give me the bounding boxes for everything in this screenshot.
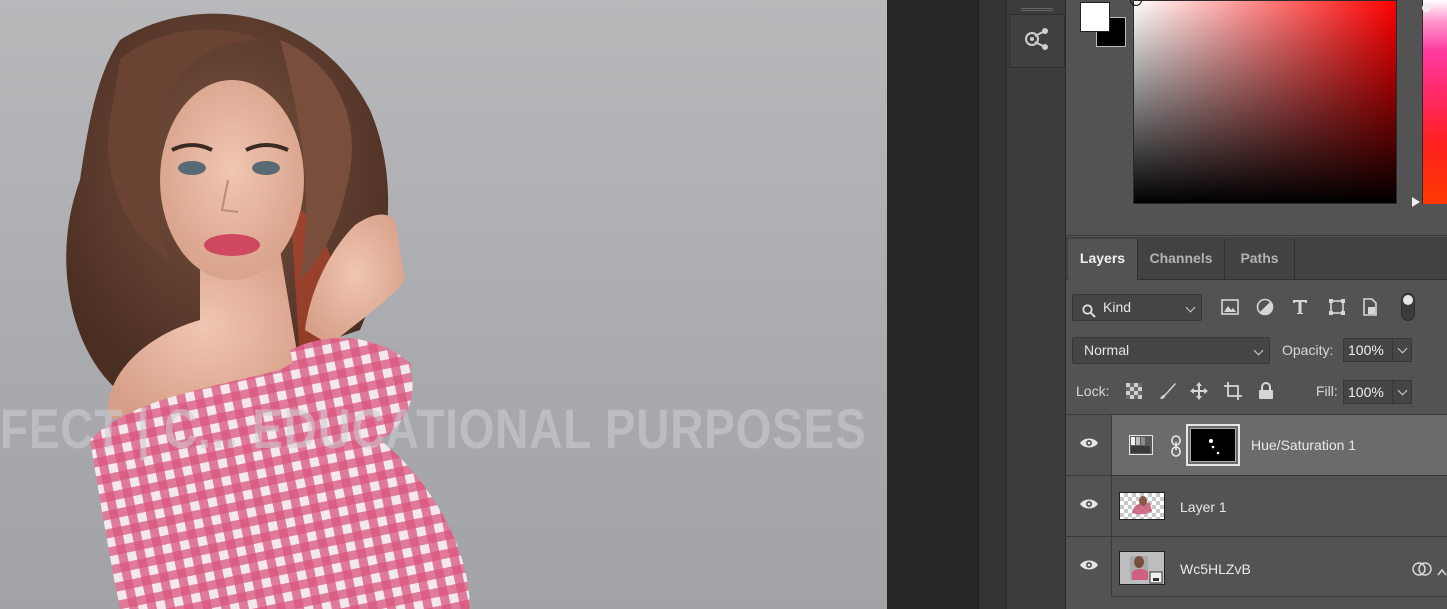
workspace-gutter [887,0,978,609]
lock-artboard-icon[interactable] [1223,381,1243,401]
hue-slider-top-marker [1422,4,1430,12]
smart-object-filter-icon[interactable] [1359,296,1381,318]
lock-image-pixels-icon[interactable] [1158,381,1178,401]
lock-transparent-pixels-icon[interactable] [1124,381,1144,401]
tab-paths[interactable]: Paths [1225,239,1295,280]
layer-mask-thumbnail[interactable] [1186,424,1240,466]
panel-dock-edge [978,0,1006,609]
layer-row-layer-1[interactable]: Layer 1 [1066,475,1447,536]
layer-name: Hue/Saturation 1 [1251,437,1357,453]
foreground-color-swatch[interactable] [1080,2,1110,32]
chevron-down-icon [1253,345,1264,356]
lock-all-icon[interactable] [1256,381,1276,401]
hue-slider-arrow[interactable] [1412,197,1420,207]
right-panel: Layers Channels Paths Kind Normal Opacit… [1066,0,1447,609]
tab-channels[interactable]: Channels [1138,239,1225,280]
filter-kind-label: Kind [1103,299,1132,315]
fill-label: Fill: [1316,383,1338,399]
layer-row-hue-saturation[interactable]: Hue/Saturation 1 [1066,414,1447,475]
chevron-down-icon [1397,343,1408,354]
layers-panel-tabs: Layers Channels Paths [1066,237,1447,280]
layer-effects-indicator-icon[interactable] [1412,561,1432,582]
opacity-dropdown-button[interactable] [1392,338,1412,362]
watermark-text: FECT | C... EDUCATIONAL PURPOSES [0,397,867,460]
color-panel [1066,0,1447,236]
blend-mode-value: Normal [1084,342,1130,358]
layer-row-wc5hlzvb[interactable]: Wc5HLZvB [1066,536,1447,597]
type-layer-filter-icon[interactable] [1289,296,1311,318]
share-network-button[interactable] [1009,14,1065,68]
eye-icon [1079,436,1099,454]
hue-saturation-adjustment-icon [1129,435,1153,460]
photo-image [66,13,470,609]
opacity-input[interactable]: 100% [1343,338,1393,362]
layer-visibility-toggle[interactable] [1066,415,1112,475]
layer-filter-toggle[interactable] [1401,293,1415,321]
chevron-down-icon [1185,302,1196,313]
layer-filter-kind-select[interactable]: Kind [1072,294,1202,321]
lock-position-icon[interactable] [1189,381,1209,401]
fill-input[interactable]: 100% [1343,380,1393,404]
blend-mode-select[interactable]: Normal [1072,337,1270,364]
layer-thumbnail [1119,492,1165,520]
hue-slider[interactable] [1422,0,1447,204]
saturation-value-field[interactable] [1133,0,1397,204]
share-network-icon [1023,25,1051,58]
layer-name: Layer 1 [1180,499,1227,515]
layer-visibility-toggle[interactable] [1066,476,1112,536]
search-icon [1082,301,1096,326]
eye-icon [1079,558,1099,576]
collapsed-panel-strip [1006,0,1066,609]
scroll-up-arrow-icon[interactable] [1437,563,1447,576]
shape-layer-filter-icon[interactable] [1326,296,1348,318]
eye-icon [1079,497,1099,515]
layer-visibility-toggle[interactable] [1066,537,1112,597]
chevron-down-icon [1397,385,1408,396]
mask-link-icon[interactable] [1170,435,1182,462]
lock-label: Lock: [1076,383,1110,399]
document-canvas[interactable]: FECT | C... EDUCATIONAL PURPOSES [0,0,887,609]
smart-object-thumbnail [1119,551,1165,585]
fill-dropdown-button[interactable] [1392,380,1412,404]
layer-name: Wc5HLZvB [1180,561,1251,577]
pixel-layer-filter-icon[interactable] [1219,296,1241,318]
tab-layers[interactable]: Layers [1068,239,1138,280]
adjustment-layer-filter-icon[interactable] [1254,296,1276,318]
opacity-label: Opacity: [1282,342,1334,358]
strip-grip[interactable] [1021,8,1053,11]
